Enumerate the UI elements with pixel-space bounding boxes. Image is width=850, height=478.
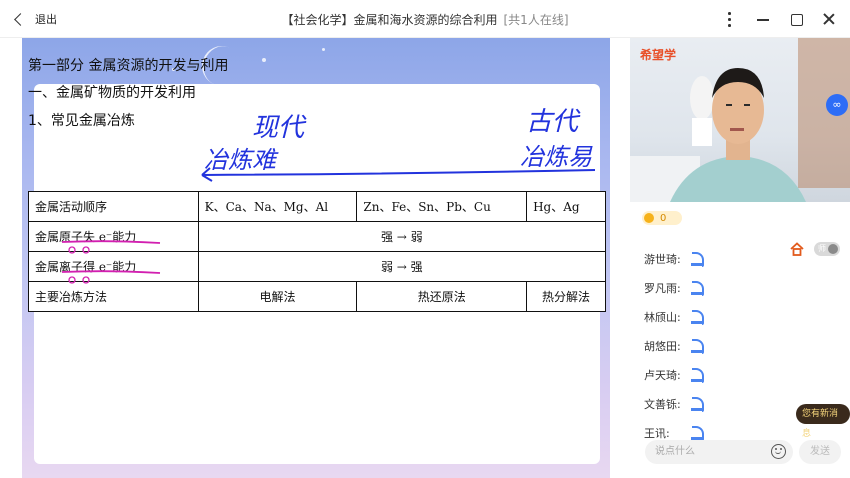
student-name: 文善铄: (644, 397, 681, 411)
maximize-icon[interactable] (787, 10, 805, 28)
new-message-badge[interactable]: 您有新消息 (796, 404, 850, 439)
floating-assist-icon[interactable]: ∞ (826, 94, 848, 116)
list-item: 游世琦: (644, 244, 844, 273)
mic-icon (690, 425, 704, 441)
student-name: 游世琦: (644, 252, 681, 266)
mic-icon (690, 280, 704, 296)
course-title: 【社会化学】金属和海水资源的综合利用 (281, 13, 498, 27)
coin-pill: 0 (642, 211, 682, 225)
table-cell: 主要冶炼方法 (28, 281, 199, 312)
topic-heading: 1、常见金属冶炼 (28, 113, 135, 129)
student-name: 胡悠田: (644, 339, 681, 353)
list-item: 胡悠田: (644, 331, 844, 360)
table-cell: 金属原子失 e⁻能力 (28, 221, 199, 252)
table-row: 金属离子得 e⁻能力 弱 → 强 (28, 251, 607, 282)
student-name: 林颀山: (644, 310, 681, 324)
online-count: [共1人在线] (503, 13, 569, 27)
table-cell: Zn、Fe、Sn、Pb、Cu (356, 191, 528, 222)
coin-icon (644, 213, 654, 223)
table-cell: 热分解法 (526, 281, 606, 312)
section-heading: 第一部分 金属资源的开发与利用 (28, 58, 229, 74)
emoji-icon[interactable] (771, 444, 786, 459)
mic-icon (690, 396, 704, 412)
table-row: 金属原子失 e⁻能力 强 → 弱 (28, 221, 607, 252)
table-cell: 强 → 弱 (197, 221, 607, 252)
table-cell: K、Ca、Na、Mg、Al (197, 191, 358, 222)
mic-icon (690, 251, 704, 267)
mic-icon (690, 309, 704, 325)
list-item: 罗凡雨: (644, 273, 844, 302)
table-row: 金属活动顺序 K、Ca、Na、Mg、Al Zn、Fe、Sn、Pb、Cu Hg、A… (28, 191, 606, 222)
list-item: 卢天琦: (644, 360, 844, 389)
coin-counter: 0 (642, 210, 682, 226)
app-window: 退出 【社会化学】金属和海水资源的综合利用 [共1人在线] 第一部分 金属资源的开… (0, 0, 850, 478)
student-name: 罗凡雨: (644, 281, 681, 295)
table-cell: 热还原法 (356, 281, 528, 312)
student-name: 卢天琦: (644, 368, 681, 382)
close-icon[interactable] (820, 10, 838, 28)
mic-icon (690, 367, 704, 383)
mic-icon (690, 338, 704, 354)
table-cell: 电解法 (197, 281, 358, 312)
table-cell: Hg、Ag (526, 191, 606, 222)
teacher-video: 希望学 ∞ (630, 38, 850, 202)
table-row: 主要冶炼方法 电解法 热还原法 热分解法 (28, 281, 606, 312)
more-options-icon[interactable] (720, 10, 738, 28)
subsection-heading: 一、金属矿物质的开发利用 (28, 85, 196, 101)
decorative-star (322, 48, 325, 51)
title-bar: 退出 【社会化学】金属和海水资源的综合利用 [共1人在线] (0, 0, 850, 38)
table-cell: 弱 → 强 (197, 251, 607, 282)
decorative-star (262, 58, 266, 62)
table-cell: 金属活动顺序 (28, 191, 199, 222)
list-item: 林颀山: (644, 302, 844, 331)
student-name: 王讯: (644, 426, 670, 440)
metal-smelting-table: 金属活动顺序 K、Ca、Na、Mg、Al Zn、Fe、Sn、Pb、Cu Hg、A… (28, 191, 607, 312)
table-cell: 金属离子得 e⁻能力 (28, 251, 199, 282)
send-button[interactable]: 发送 (799, 440, 841, 464)
teacher-figure (630, 38, 850, 202)
minimize-icon[interactable] (754, 10, 772, 28)
coin-value: 0 (660, 212, 667, 224)
